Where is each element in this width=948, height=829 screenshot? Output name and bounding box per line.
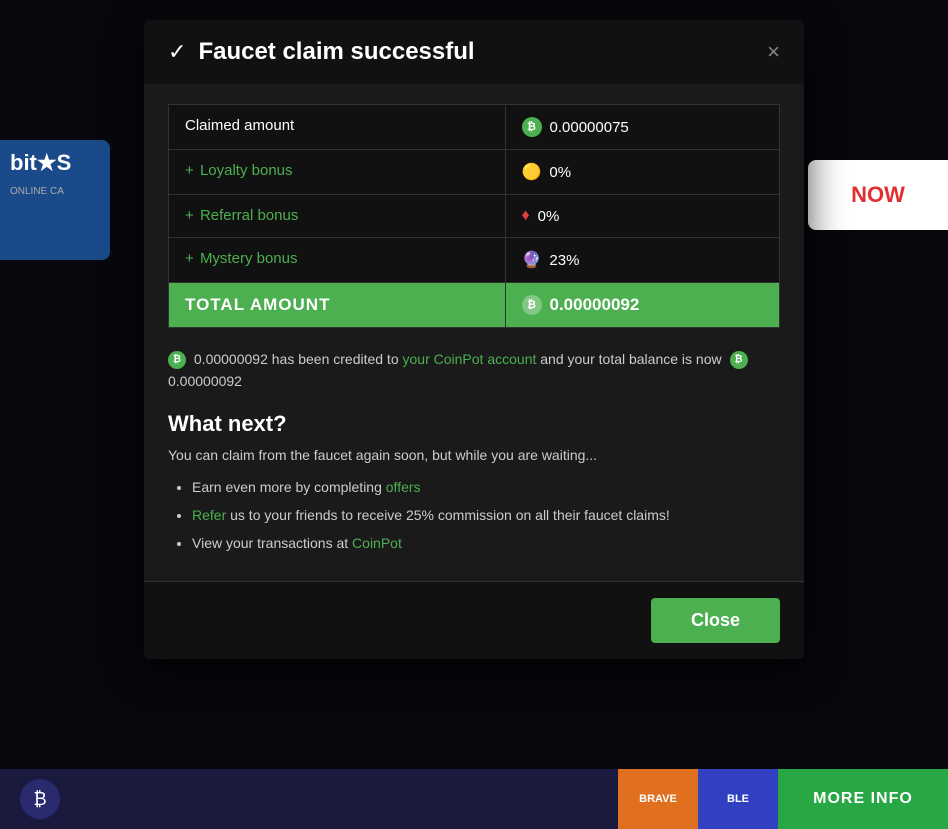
mystery-icon: 🔮 <box>522 250 542 270</box>
coinpot-link[interactable]: CoinPot <box>352 535 402 551</box>
claim-table: Claimed amount ₿ 0.00000075 + Loyalty bo… <box>168 104 780 328</box>
bullet-offers-pre: Earn even more by completing <box>192 479 382 495</box>
what-next-title: What next? <box>168 411 780 437</box>
offers-link[interactable]: offers <box>386 479 421 495</box>
referral-label-text: Referral bonus <box>200 207 298 224</box>
brand-name: bit★S <box>0 140 110 186</box>
referral-bonus-value: ♦ 0% <box>505 195 780 237</box>
total-value-number: 0.00000092 <box>550 295 640 315</box>
claimed-amount-label: Claimed amount <box>169 105 505 149</box>
refer-link[interactable]: Refer <box>192 507 226 523</box>
btc-icon-claimed: ₿ <box>522 117 542 137</box>
total-amount-row: TOTAL AMOUNT ₿ 0.00000092 <box>169 283 779 327</box>
bullet-list: Earn even more by completing offers Refe… <box>168 473 780 557</box>
loyalty-plus: + <box>185 162 194 179</box>
close-action-button[interactable]: Close <box>651 598 780 643</box>
loyalty-icon: 🟡 <box>522 162 542 182</box>
mystery-label-text: Mystery bonus <box>200 250 298 267</box>
description-text: You can claim from the faucet again soon… <box>168 447 780 463</box>
modal-footer: Close <box>144 581 804 659</box>
modal-body: Claimed amount ₿ 0.00000075 + Loyalty bo… <box>144 84 804 581</box>
bottom-green-more-info[interactable]: MORE INFO <box>778 769 948 829</box>
modal-title-wrap: ✓ Faucet claim successful <box>168 38 475 66</box>
checkmark-icon: ✓ <box>168 39 186 65</box>
mystery-plus: + <box>185 250 194 267</box>
claimed-amount-row: Claimed amount ₿ 0.00000075 <box>169 105 779 150</box>
modal: ✓ Faucet claim successful × Claimed amou… <box>144 20 804 659</box>
cta-text: NOW <box>851 182 905 208</box>
claimed-amount-number: 0.00000075 <box>550 119 629 136</box>
bottom-bar: ₿ BRAVE BLE MORE INFO <box>0 769 948 829</box>
mystery-bonus-label: + Mystery bonus <box>169 238 505 282</box>
bullet-refer: Refer us to your friends to receive 25% … <box>192 501 780 529</box>
mystery-bonus-row: + Mystery bonus 🔮 23% <box>169 238 779 283</box>
referral-icon: ♦ <box>522 207 530 225</box>
total-amount-value: ₿ 0.00000092 <box>505 283 780 327</box>
bg-left-brand: bit★S ONLINE CA <box>0 140 110 260</box>
modal-close-button[interactable]: × <box>767 41 780 63</box>
bottom-orange-label[interactable]: BRAVE <box>618 769 698 829</box>
loyalty-bonus-value: 🟡 0% <box>505 150 780 194</box>
brand-sub: ONLINE CA <box>0 186 110 197</box>
btc-icon-total: ₿ <box>522 295 542 315</box>
claimed-amount-value: ₿ 0.00000075 <box>505 105 780 149</box>
loyalty-label-text: Loyalty bonus <box>200 162 293 179</box>
mystery-value-text: 23% <box>549 252 579 269</box>
loyalty-bonus-row: + Loyalty bonus 🟡 0% <box>169 150 779 195</box>
referral-value-text: 0% <box>538 208 560 225</box>
bullet-refer-post: us to your friends to receive 25% commis… <box>230 507 670 523</box>
bullet-transactions: View your transactions at CoinPot <box>192 529 780 557</box>
modal-header: ✓ Faucet claim successful × <box>144 20 804 84</box>
bullet-transactions-pre: View your transactions at <box>192 535 348 551</box>
bottom-blue-label[interactable]: BLE <box>698 769 778 829</box>
btc-icon-credited: ₿ <box>168 351 186 369</box>
loyalty-value-text: 0% <box>549 164 571 181</box>
bullet-offers: Earn even more by completing offers <box>192 473 780 501</box>
modal-title: Faucet claim successful <box>198 38 474 66</box>
referral-plus: + <box>185 207 194 224</box>
mystery-bonus-value: 🔮 23% <box>505 238 780 282</box>
referral-bonus-label: + Referral bonus <box>169 195 505 237</box>
coin-icon-circle: ₿ <box>20 779 60 819</box>
bg-right-cta: NOW <box>808 160 948 230</box>
loyalty-bonus-label: + Loyalty bonus <box>169 150 505 194</box>
btc-icon-balance: ₿ <box>730 351 748 369</box>
coinpot-account-link[interactable]: your CoinPot account <box>403 351 537 367</box>
referral-bonus-row: + Referral bonus ♦ 0% <box>169 195 779 238</box>
bottom-left: ₿ <box>0 769 618 829</box>
total-amount-label: TOTAL AMOUNT <box>169 283 505 327</box>
credited-info: ₿ 0.00000092 has been credited to your C… <box>168 348 780 393</box>
